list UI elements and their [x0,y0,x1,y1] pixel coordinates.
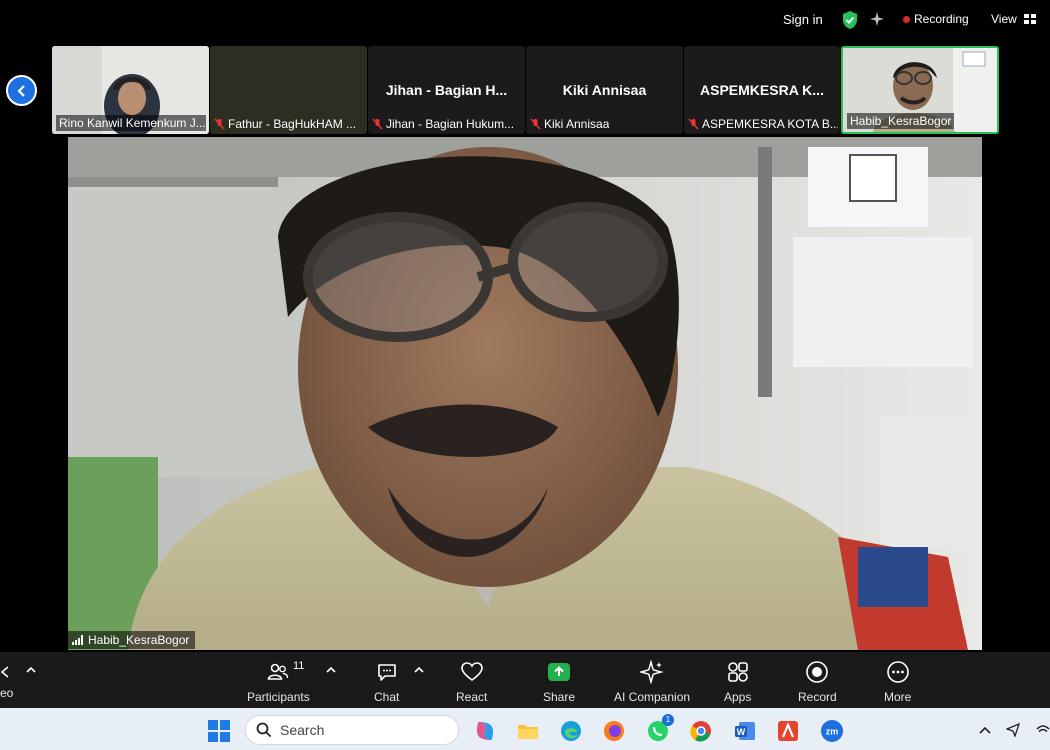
firefox-icon[interactable] [602,719,626,743]
participants-label: Participants [247,690,310,704]
participant-tile-aspemkesra[interactable]: ASPEMKESRA K... ASPEMKESRA KOTA B... [684,46,840,134]
copilot-icon[interactable] [473,719,497,743]
participant-label-kiki: Kiki Annisaa [530,117,609,131]
wifi-icon[interactable] [1036,723,1050,737]
chrome-icon[interactable] [689,719,713,743]
participants-count-badge: 11 [293,660,305,672]
svg-text:zm: zm [826,727,839,737]
participants-options-caret-icon[interactable] [326,666,336,674]
participant-label-aspemkesra: ASPEMKESRA KOTA B... [688,117,838,131]
participant-tile-rino[interactable]: Rino Kanwil Kemenkum J... [52,46,209,134]
zoom-meeting-window: Sign in Recording View Rino Kanwil Kemen… [0,0,1050,750]
participant-display-name-jihan: Jihan - Bagian H... [385,82,508,98]
recording-indicator[interactable]: Recording [914,12,969,26]
record-button[interactable]: Record [798,660,837,704]
meeting-toolbar: Participants Chat React Share AI Compani… [0,652,1050,708]
more-button[interactable]: More [884,660,911,704]
chat-icon [377,664,396,681]
edge-browser-icon[interactable] [559,719,583,743]
mic-muted-icon [372,118,383,130]
share-label: Share [543,690,576,704]
file-explorer-icon[interactable] [516,719,540,743]
recording-dot-icon [903,16,910,23]
svg-text:W: W [737,727,746,737]
chat-options-caret-icon[interactable] [414,666,424,674]
whatsapp-notification-badge: 1 [662,714,674,726]
show-hidden-icons-chevron-icon[interactable] [978,723,992,737]
share-button[interactable]: Share [543,660,575,704]
video-options-caret-icon[interactable] [26,666,36,674]
record-label: Record [798,690,837,704]
apps-button[interactable]: Apps [724,660,751,704]
participant-name-rino: Rino Kanwil Kemenkum J... [56,115,206,131]
participant-label-fathur: Fathur - BagHukHAM ... [214,117,356,131]
participant-name-aspemkesra: ASPEMKESRA KOTA B... [702,117,838,131]
active-speaker-label: Habib_KesraBogor [68,631,196,649]
participant-name-habib: Habib_KesraBogor [847,113,955,129]
participant-label-jihan: Jihan - Bagian Hukum... [372,117,514,131]
chat-button[interactable]: Chat [374,660,399,704]
top-bar: Sign in Recording View [0,0,1050,42]
search-placeholder: Search [280,722,325,738]
ai-companion-label: AI Companion [614,690,691,704]
react-label: React [456,690,488,704]
record-icon [806,661,829,683]
search-icon [256,722,272,738]
participant-tile-jihan[interactable]: Jihan - Bagian H... Jihan - Bagian Hukum… [368,46,525,134]
participant-display-name-kiki: Kiki Annisaa [562,82,647,98]
apps-label: Apps [724,690,752,704]
mic-muted-icon [214,118,225,130]
participant-name-fathur: Fathur - BagHukHAM ... [228,117,357,131]
speaker-video-frame [68,137,982,650]
location-icon[interactable] [1006,723,1020,737]
pdf-reader-icon[interactable] [776,719,800,743]
participant-name-kiki: Kiki Annisaa [544,117,610,131]
windows-taskbar: Search W zm [0,708,1050,750]
active-speaker-video [68,137,982,650]
heart-icon [460,662,483,681]
active-speaker-name: Habib_KesraBogor [88,633,190,647]
zoom-app-icon[interactable]: zm [820,719,844,743]
participant-tile-habib[interactable]: Habib_KesraBogor [841,46,999,134]
previous-page-button[interactable] [6,75,37,106]
ai-companion-sparkle-icon [640,660,664,684]
react-button[interactable]: React [456,660,487,704]
participant-tile-fathur[interactable]: Fathur - BagHukHAM ... [210,46,367,134]
windows-start-icon[interactable] [208,720,230,742]
video-icon[interactable] [0,666,8,678]
taskbar-search-box[interactable]: Search [245,715,459,745]
mic-muted-icon [688,118,699,130]
share-screen-icon [548,663,571,681]
more-label: More [884,690,912,704]
participants-icon [267,663,289,680]
ai-companion-button[interactable]: AI Companion [614,660,690,704]
sign-in-link[interactable]: Sign in [783,12,823,27]
apps-icon [727,662,748,682]
video-label-clipped: eo [0,686,14,700]
signal-strength-icon [72,635,83,645]
mic-muted-icon [530,118,541,130]
participant-display-name-aspemkesra: ASPEMKESRA K... [700,82,824,98]
view-menu[interactable]: View [991,12,1017,26]
participant-tile-kiki[interactable]: Kiki Annisaa Kiki Annisaa [526,46,683,134]
security-shield-icon[interactable] [841,10,859,30]
grid-view-icon[interactable] [1024,14,1036,24]
word-icon[interactable]: W [733,719,757,743]
chat-label: Chat [374,690,400,704]
more-options-icon [886,661,909,683]
ai-sparkle-icon[interactable] [869,11,885,27]
participant-name-jihan: Jihan - Bagian Hukum... [386,117,515,131]
chevron-left-icon [16,84,25,97]
